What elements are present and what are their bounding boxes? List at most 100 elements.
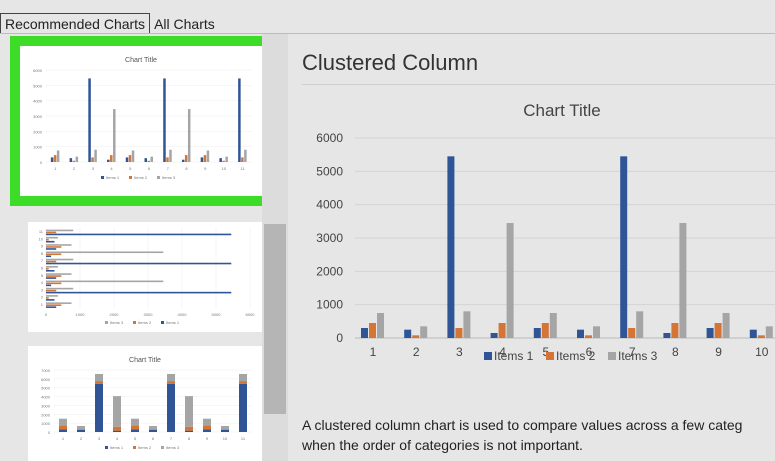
thumbnail-x-tick: 2 <box>80 436 83 441</box>
thumbnail-x-tick: 3 <box>92 166 95 171</box>
thumbnail-bar <box>167 383 175 432</box>
x-tick-label: 3 <box>456 345 463 359</box>
bar <box>463 311 471 338</box>
thumbnail-x-tick: 9 <box>204 166 207 171</box>
thumbnail-bar <box>88 78 91 162</box>
thumbnail-x-tick: 5000 <box>212 312 222 317</box>
thumbnail-y-tick: 2 <box>41 295 44 300</box>
bar <box>420 326 428 338</box>
thumbnail-y-tick: 6 <box>41 266 44 271</box>
tab-all-charts[interactable]: All Charts <box>150 14 219 34</box>
thumbnail-y-tick: 8 <box>41 251 44 256</box>
thumbnail-y-tick: 1000 <box>33 145 43 150</box>
thumbnail-bar <box>113 396 121 427</box>
legend-label: Items 3 <box>618 349 658 363</box>
thumbnail-bar <box>46 248 57 250</box>
thumbnail-bar <box>219 158 222 162</box>
thumbnail-bar <box>75 156 79 162</box>
thumbnail-bar <box>46 273 72 275</box>
thumbnail-legend-label: Items 3 <box>162 175 176 180</box>
thumbnail-x-tick: 1 <box>54 166 57 171</box>
thumbnail-y-tick: 0 <box>40 160 43 165</box>
y-tick-label: 5000 <box>316 164 343 178</box>
scrollbar-thumb[interactable] <box>264 224 286 414</box>
thumbnail-bar <box>149 429 157 432</box>
thumbnail-bar <box>203 155 207 162</box>
thumbnail-y-tick: 5 <box>41 273 44 278</box>
bar <box>679 223 687 338</box>
thumbnail-bar <box>95 381 103 384</box>
thumbnail-clustered-bar[interactable]: 0 1000 2000 3000 4000 5000 6000 1 2 3 4 5 6 7 8 9 10 11 It… <box>28 222 262 332</box>
thumbnail-legend-label: Items 2 <box>138 320 152 325</box>
tab-recommended-charts[interactable]: Recommended Charts <box>0 13 151 34</box>
thumbnail-x-tick: 7 <box>170 436 173 441</box>
thumbnail-legend-swatch <box>157 176 160 179</box>
thumbnail-legend-label: Items 2 <box>138 445 152 450</box>
thumbnail-bar <box>46 268 49 270</box>
bar <box>412 335 420 338</box>
thumbnail-bar <box>221 429 229 430</box>
thumbnail-stacked-column[interactable]: Chart Title 0 1000 2000 3000 4000 5000 6000 7000… <box>28 346 262 461</box>
chart-thumbnail-list: Chart Title 0 1000 2000 3000 4000 5000 6000 1 2 3 4… <box>0 34 288 461</box>
bar <box>377 313 384 338</box>
thumbnail-legend-swatch <box>105 446 108 449</box>
thumbnail-x-tick: 3 <box>98 436 101 441</box>
thumbnail-bar <box>46 299 55 301</box>
thumbnail-bar <box>46 246 62 248</box>
thumbnail-bar <box>150 156 153 162</box>
bar <box>765 326 773 338</box>
thumbnail-y-tick: 0 <box>48 430 51 435</box>
thumbnail-bar <box>46 251 164 254</box>
thumbnail-legend-label: Items 1 <box>106 175 120 180</box>
thumbnail-bar <box>46 240 55 243</box>
thumbnail-x-tick: 2000 <box>110 312 120 317</box>
y-tick-label: 6000 <box>316 131 343 145</box>
thumbnail-y-tick: 2000 <box>33 129 43 134</box>
legend-swatch <box>484 352 492 360</box>
description-line-1: A clustered column chart is used to comp… <box>302 417 743 433</box>
bar <box>455 328 463 338</box>
thumbnail-bar <box>203 418 211 426</box>
thumbnail-bar <box>46 233 232 236</box>
thumbnail-x-tick: 6 <box>148 166 151 171</box>
thumbnail-bar <box>221 425 229 430</box>
bar <box>541 323 549 338</box>
thumbnail-y-tick: 3000 <box>33 114 43 119</box>
thumbnail-bar <box>91 157 94 162</box>
thumbnail-bar <box>185 396 193 427</box>
thumbnail-bar <box>221 429 229 432</box>
thumbnail-bar <box>222 160 225 162</box>
thumbnail-bar <box>185 430 193 432</box>
thumbnail-bar <box>46 255 52 258</box>
thumbnail-bar <box>225 156 228 162</box>
bar <box>549 313 557 338</box>
thumbnail-bar <box>59 418 67 426</box>
thumbnail-bar <box>46 270 55 272</box>
bar <box>404 329 412 338</box>
thumbnail-legend-label: Items 3 <box>110 320 124 325</box>
legend-label: Items 1 <box>494 349 534 363</box>
thumbnail-bar <box>107 159 110 162</box>
thumbnail-bar <box>46 291 232 294</box>
thumbnail-bar <box>239 381 247 384</box>
thumbnail-bar <box>244 149 247 162</box>
thumbnail-bar <box>203 429 211 432</box>
y-tick-label: 1000 <box>316 298 343 312</box>
thumbnail-clustered-column[interactable]: Chart Title 0 1000 2000 3000 4000 5000 6000 1 2 3 4… <box>10 36 272 206</box>
thumbnail-legend-swatch <box>105 321 108 324</box>
bar <box>361 328 368 338</box>
chart-type-heading: Clustered Column <box>302 50 479 75</box>
thumbnail-bar <box>238 78 241 162</box>
bar <box>533 328 541 338</box>
thumbnail-y-tick: 6000 <box>41 377 51 382</box>
thumbnail-bar <box>149 429 157 430</box>
thumbnail-legend-label: Items 1 <box>110 445 124 450</box>
thumbnail-chart: Chart Title 0 1000 2000 3000 4000 5000 6000 1 2 3 4… <box>33 57 252 180</box>
thumbnail-bar <box>46 284 52 287</box>
bar <box>722 313 730 338</box>
thumbnail-bar <box>239 373 247 382</box>
bar <box>706 328 714 338</box>
thumbnail-bar <box>203 425 211 430</box>
thumbnail-x-tick: 11 <box>241 436 246 441</box>
thumbnail-x-tick: 0 <box>45 312 48 317</box>
